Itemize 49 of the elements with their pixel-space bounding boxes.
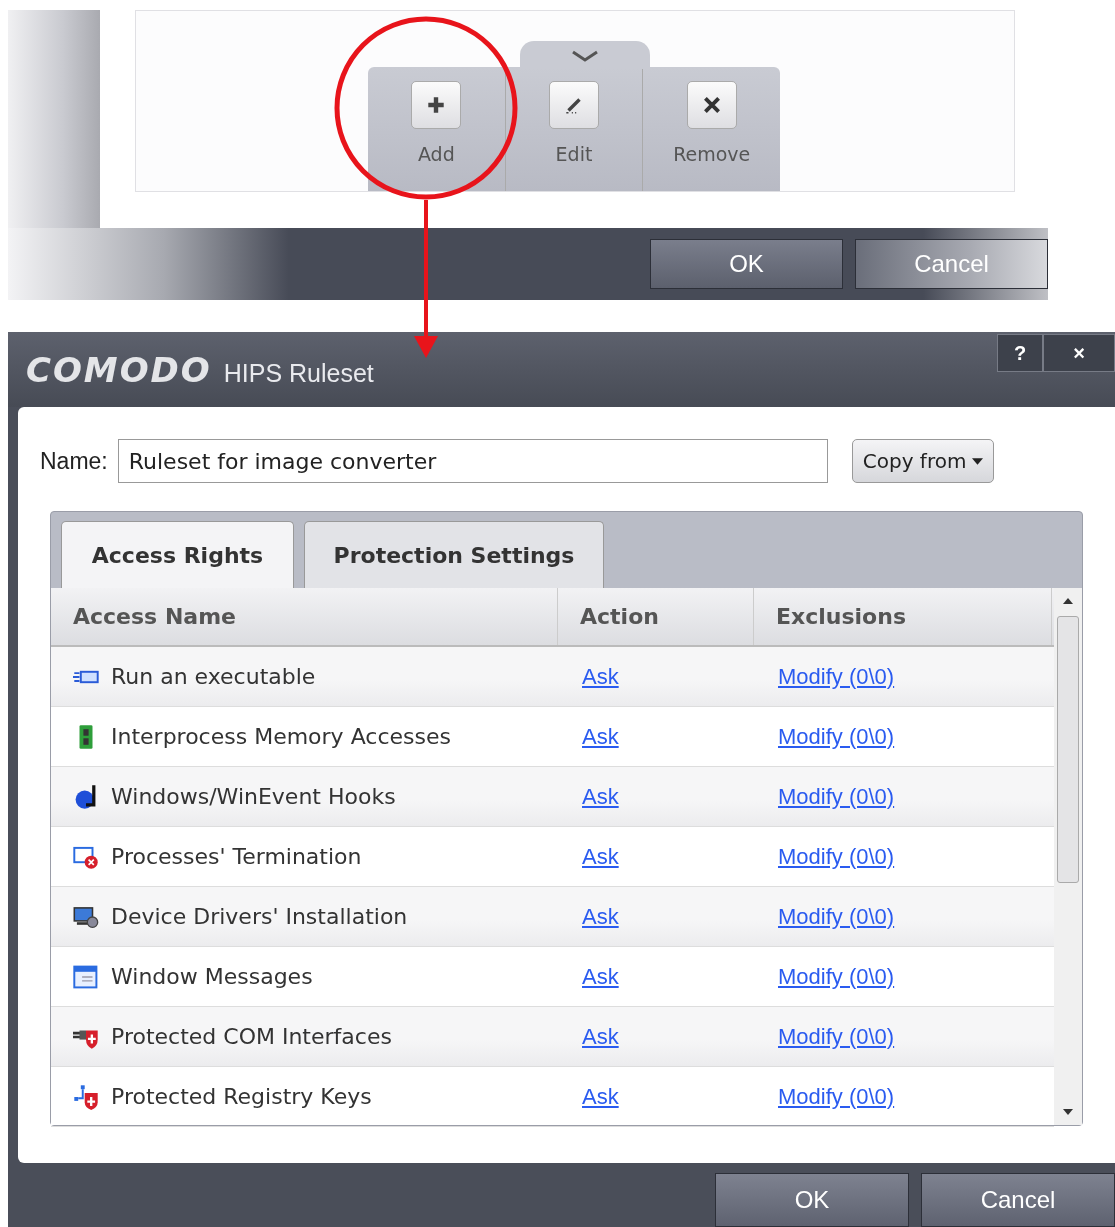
- action-link[interactable]: Ask: [582, 843, 619, 870]
- action-link[interactable]: Ask: [582, 903, 619, 930]
- action-link[interactable]: Ask: [582, 1083, 619, 1110]
- exclusions-link[interactable]: Modify (0\0): [778, 783, 895, 810]
- exclusions-link[interactable]: Modify (0\0): [778, 843, 895, 870]
- tab[interactable]: Access Rights: [61, 521, 294, 588]
- toolbar-button[interactable]: Remove: [643, 67, 780, 191]
- dialog-button[interactable]: OK: [715, 1173, 909, 1227]
- window-icon: [73, 963, 99, 990]
- access-name-text: Device Drivers' Installation: [111, 904, 408, 929]
- window-title: HIPS Ruleset: [223, 359, 374, 388]
- column-header[interactable]: Access Name: [51, 588, 558, 645]
- column-header[interactable]: Exclusions: [754, 588, 1052, 645]
- access-name-text: Window Messages: [111, 964, 313, 989]
- access-name-text: Run an executable: [111, 664, 316, 689]
- scroll-up-icon[interactable]: [1063, 598, 1073, 604]
- tab[interactable]: Protection Settings: [304, 521, 604, 588]
- name-label: Name:: [40, 447, 108, 475]
- column-header[interactable]: Action: [558, 588, 754, 645]
- registry-shield-icon: [73, 1083, 99, 1110]
- scroll-down-icon[interactable]: [1063, 1109, 1073, 1115]
- name-field[interactable]: Ruleset for image converter: [117, 439, 828, 483]
- exclusions-link[interactable]: Modify (0\0): [778, 1083, 895, 1110]
- scroll-thumb[interactable]: [1057, 616, 1079, 883]
- exclusions-link[interactable]: Modify (0\0): [778, 723, 895, 750]
- access-name-text: Windows/WinEvent Hooks: [111, 784, 396, 809]
- action-link[interactable]: Ask: [582, 723, 619, 750]
- exclusions-link[interactable]: Modify (0\0): [778, 663, 895, 690]
- dialog-button[interactable]: Cancel: [921, 1173, 1115, 1227]
- title-bar-button[interactable]: ×: [1043, 334, 1115, 372]
- exclusions-link[interactable]: Modify (0\0): [778, 963, 895, 990]
- dialog-button[interactable]: OK: [650, 239, 843, 289]
- scrollbar[interactable]: [1054, 588, 1082, 1125]
- brand-logo: COMODO: [26, 349, 212, 390]
- access-name-text: Processes' Termination: [111, 844, 362, 869]
- access-name-text: Protected Registry Keys: [111, 1084, 372, 1109]
- action-link[interactable]: Ask: [582, 783, 619, 810]
- copy-from-dropdown[interactable]: Copy from: [851, 439, 995, 483]
- action-link[interactable]: Ask: [582, 1023, 619, 1050]
- access-name-text: Protected COM Interfaces: [111, 1024, 392, 1049]
- caret-icon: [972, 457, 984, 465]
- action-link[interactable]: Ask: [582, 663, 619, 690]
- title-bar-button[interactable]: ?: [997, 334, 1043, 372]
- toolbar-button[interactable]: Edit: [505, 67, 644, 191]
- chevron-icon[interactable]: [520, 41, 650, 69]
- action-link[interactable]: Ask: [582, 963, 619, 990]
- exclusions-link[interactable]: Modify (0\0): [778, 1023, 895, 1050]
- access-name-text: Interprocess Memory Accesses: [111, 724, 451, 749]
- exclusions-link[interactable]: Modify (0\0): [778, 903, 895, 930]
